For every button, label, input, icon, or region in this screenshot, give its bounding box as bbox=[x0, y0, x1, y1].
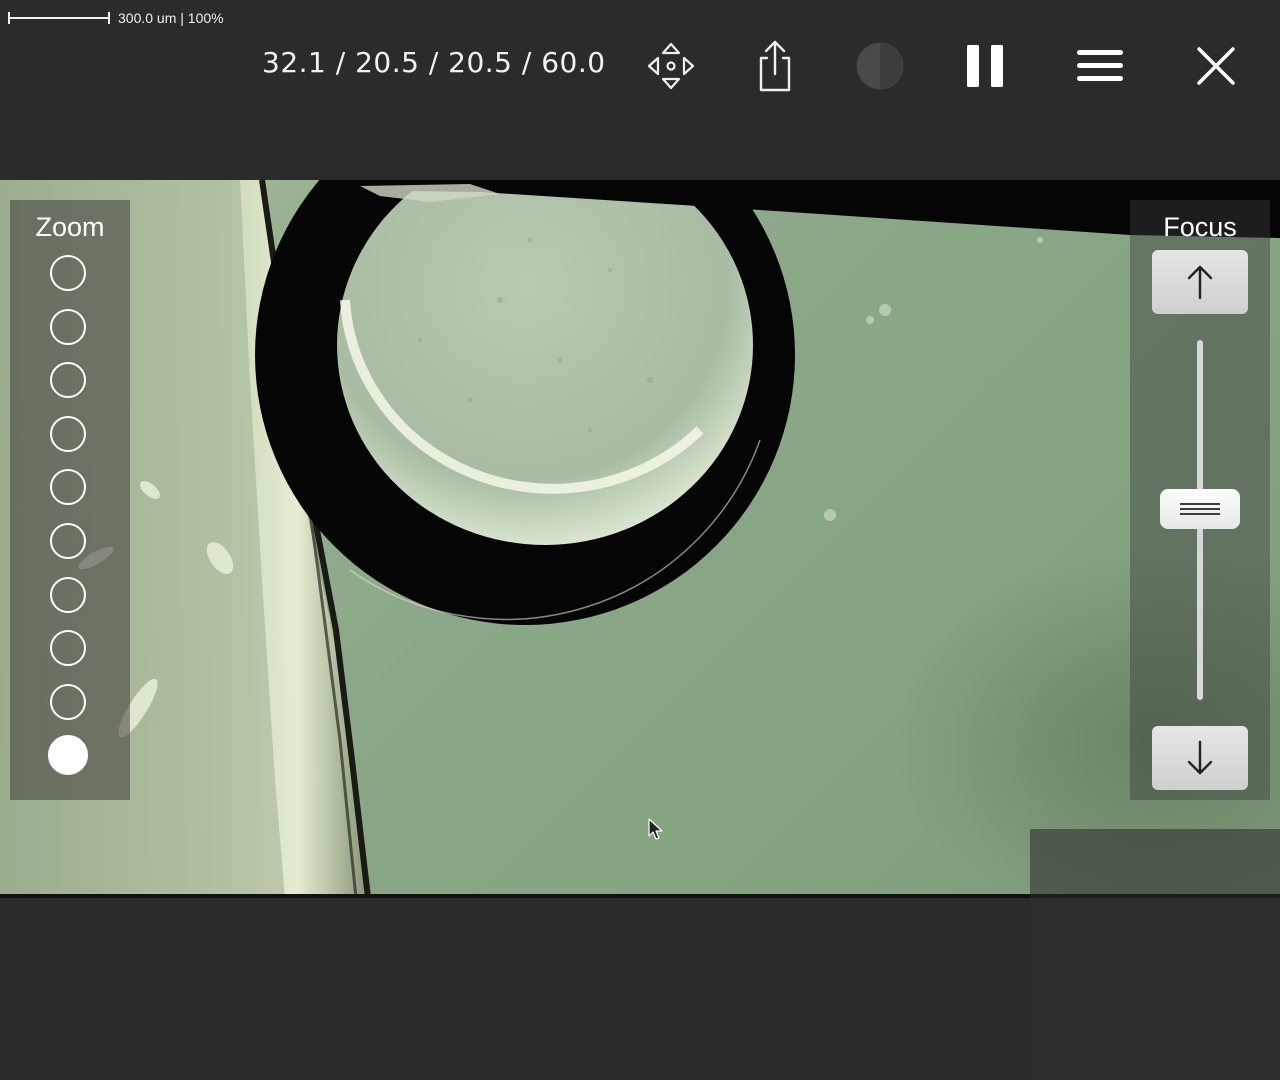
focus-panel: Focus bbox=[1130, 200, 1270, 800]
microscope-app: 300.0 um | 100% 32.1 / 20.5 / 20.5 / 60.… bbox=[0, 0, 1280, 1080]
scale-indicator: 300.0 um | 100% bbox=[8, 8, 224, 28]
arrow-up-icon bbox=[1187, 265, 1213, 300]
zoom-title: Zoom bbox=[35, 212, 105, 242]
focus-up-button[interactable] bbox=[1152, 250, 1248, 314]
share-icon bbox=[759, 40, 791, 92]
close-icon bbox=[1197, 47, 1235, 85]
scale-line bbox=[8, 12, 110, 24]
scale-label: 300.0 um | 100% bbox=[118, 10, 224, 26]
share-button[interactable] bbox=[747, 38, 803, 94]
zoom-level-option[interactable] bbox=[50, 683, 86, 720]
zoom-panel: Zoom bbox=[10, 200, 130, 800]
move-arrows-icon bbox=[647, 42, 695, 90]
arrow-down-icon bbox=[1187, 740, 1213, 775]
overlay-panel-lower bbox=[1030, 898, 1280, 1080]
focus-down-button[interactable] bbox=[1152, 726, 1248, 790]
close-button[interactable] bbox=[1188, 38, 1244, 94]
focus-title: Focus bbox=[1163, 212, 1237, 242]
specimen-image bbox=[0, 180, 1280, 898]
zoom-level-option[interactable] bbox=[50, 255, 86, 291]
zoom-level-option[interactable] bbox=[50, 576, 86, 613]
menu-button[interactable] bbox=[1072, 38, 1128, 94]
contrast-icon bbox=[856, 42, 904, 90]
grip-lines-icon bbox=[1180, 503, 1220, 516]
zoom-level-option[interactable] bbox=[50, 523, 86, 559]
contrast-button[interactable] bbox=[852, 38, 908, 94]
zoom-level-option[interactable] bbox=[50, 415, 86, 452]
move-button[interactable] bbox=[643, 38, 699, 94]
zoom-level-option[interactable] bbox=[50, 362, 86, 399]
pause-button[interactable] bbox=[957, 38, 1013, 94]
zoom-level-option[interactable] bbox=[50, 469, 86, 506]
zoom-level-option[interactable] bbox=[50, 630, 86, 667]
zoom-level-selected[interactable] bbox=[48, 735, 88, 776]
focus-slider-thumb[interactable] bbox=[1160, 489, 1240, 530]
menu-icon bbox=[1077, 50, 1123, 81]
stage-coordinates: 32.1 / 20.5 / 20.5 / 60.0 bbox=[262, 46, 606, 79]
mouse-cursor-icon bbox=[648, 818, 663, 840]
microscope-viewport[interactable] bbox=[0, 180, 1280, 898]
zoom-level-option[interactable] bbox=[50, 308, 86, 345]
pause-icon bbox=[967, 45, 1003, 87]
